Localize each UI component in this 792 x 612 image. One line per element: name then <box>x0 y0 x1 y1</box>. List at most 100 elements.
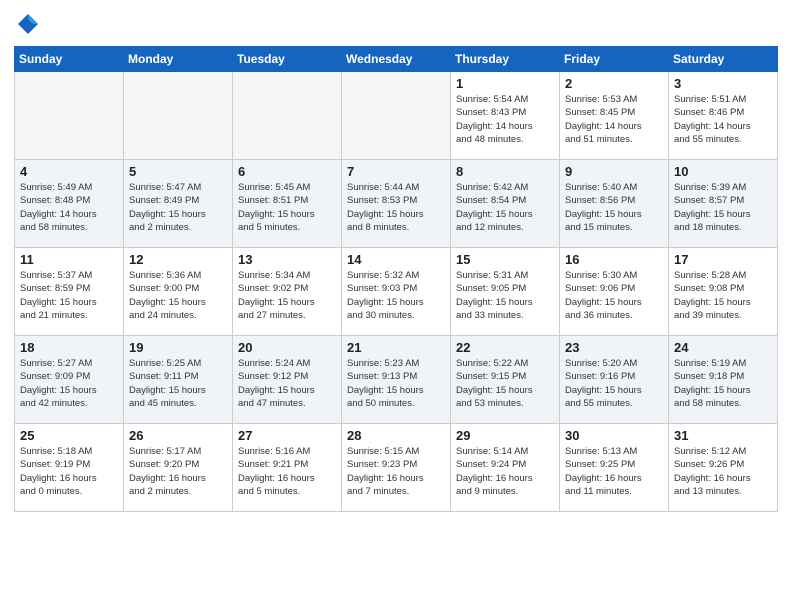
calendar-cell: 20 Sunrise: 5:24 AM Sunset: 9:12 PM Dayli… <box>233 336 342 424</box>
day-number: 30 <box>565 428 663 443</box>
day-info: Sunrise: 5:32 AM Sunset: 9:03 PM Dayligh… <box>347 269 445 322</box>
day-info: Sunrise: 5:19 AM Sunset: 9:18 PM Dayligh… <box>674 357 772 410</box>
day-number: 1 <box>456 76 554 91</box>
calendar-cell: 23 Sunrise: 5:20 AM Sunset: 9:16 PM Dayli… <box>560 336 669 424</box>
calendar-cell: 3Sunrise: 5:51 AM Sunset: 8:46 PM Daylig… <box>669 72 778 160</box>
calendar-cell: 26Sunrise: 5:17 AM Sunset: 9:20 PM Dayli… <box>124 424 233 512</box>
day-info: Sunrise: 5:49 AM Sunset: 8:48 PM Dayligh… <box>20 181 118 234</box>
day-info: Sunrise: 5:31 AM Sunset: 9:05 PM Dayligh… <box>456 269 554 322</box>
calendar-cell: 9 Sunrise: 5:40 AM Sunset: 8:56 PM Daylig… <box>560 160 669 248</box>
day-info: Sunrise: 5:45 AM Sunset: 8:51 PM Dayligh… <box>238 181 336 234</box>
day-number: 17 <box>674 252 772 267</box>
day-number: 7 <box>347 164 445 179</box>
calendar-cell <box>124 72 233 160</box>
calendar-cell: 24 Sunrise: 5:19 AM Sunset: 9:18 PM Dayli… <box>669 336 778 424</box>
calendar-cell: 19 Sunrise: 5:25 AM Sunset: 9:11 PM Dayli… <box>124 336 233 424</box>
day-info: Sunrise: 5:20 AM Sunset: 9:16 PM Dayligh… <box>565 357 663 410</box>
calendar-cell: 30 Sunrise: 5:13 AM Sunset: 9:25 PM Dayli… <box>560 424 669 512</box>
day-number: 25 <box>20 428 118 443</box>
day-info: Sunrise: 5:12 AM Sunset: 9:26 PM Dayligh… <box>674 445 772 498</box>
day-info: Sunrise: 5:36 AM Sunset: 9:00 PM Dayligh… <box>129 269 227 322</box>
day-info: Sunrise: 5:15 AM Sunset: 9:23 PM Dayligh… <box>347 445 445 498</box>
day-info: Sunrise: 5:27 AM Sunset: 9:09 PM Dayligh… <box>20 357 118 410</box>
day-number: 20 <box>238 340 336 355</box>
calendar-cell: 27Sunrise: 5:16 AM Sunset: 9:21 PM Dayli… <box>233 424 342 512</box>
day-number: 27 <box>238 428 336 443</box>
day-info: Sunrise: 5:44 AM Sunset: 8:53 PM Dayligh… <box>347 181 445 234</box>
calendar: SundayMondayTuesdayWednesdayThursdayFrid… <box>14 46 778 512</box>
day-number: 9 <box>565 164 663 179</box>
calendar-cell: 11 Sunrise: 5:37 AM Sunset: 8:59 PM Dayli… <box>15 248 124 336</box>
weekday-header-sunday: Sunday <box>15 47 124 72</box>
day-number: 8 <box>456 164 554 179</box>
calendar-cell: 2 Sunrise: 5:53 AM Sunset: 8:45 PM Daylig… <box>560 72 669 160</box>
day-number: 2 <box>565 76 663 91</box>
day-info: Sunrise: 5:25 AM Sunset: 9:11 PM Dayligh… <box>129 357 227 410</box>
weekday-header-wednesday: Wednesday <box>342 47 451 72</box>
logo-icon <box>14 10 42 38</box>
calendar-cell: 29 Sunrise: 5:14 AM Sunset: 9:24 PM Dayli… <box>451 424 560 512</box>
day-number: 6 <box>238 164 336 179</box>
day-info: Sunrise: 5:51 AM Sunset: 8:46 PM Dayligh… <box>674 93 772 146</box>
calendar-cell: 28 Sunrise: 5:15 AM Sunset: 9:23 PM Dayli… <box>342 424 451 512</box>
day-info: Sunrise: 5:53 AM Sunset: 8:45 PM Dayligh… <box>565 93 663 146</box>
day-info: Sunrise: 5:13 AM Sunset: 9:25 PM Dayligh… <box>565 445 663 498</box>
day-number: 22 <box>456 340 554 355</box>
calendar-cell: 17 Sunrise: 5:28 AM Sunset: 9:08 PM Dayli… <box>669 248 778 336</box>
day-info: Sunrise: 5:40 AM Sunset: 8:56 PM Dayligh… <box>565 181 663 234</box>
day-number: 16 <box>565 252 663 267</box>
calendar-cell: 4Sunrise: 5:49 AM Sunset: 8:48 PM Daylig… <box>15 160 124 248</box>
calendar-cell: 18Sunrise: 5:27 AM Sunset: 9:09 PM Dayli… <box>15 336 124 424</box>
day-info: Sunrise: 5:28 AM Sunset: 9:08 PM Dayligh… <box>674 269 772 322</box>
day-number: 5 <box>129 164 227 179</box>
calendar-cell: 22 Sunrise: 5:22 AM Sunset: 9:15 PM Dayli… <box>451 336 560 424</box>
calendar-week-5: 25Sunrise: 5:18 AM Sunset: 9:19 PM Dayli… <box>15 424 778 512</box>
calendar-cell: 5 Sunrise: 5:47 AM Sunset: 8:49 PM Daylig… <box>124 160 233 248</box>
calendar-cell <box>342 72 451 160</box>
calendar-week-4: 18Sunrise: 5:27 AM Sunset: 9:09 PM Dayli… <box>15 336 778 424</box>
day-info: Sunrise: 5:39 AM Sunset: 8:57 PM Dayligh… <box>674 181 772 234</box>
day-number: 12 <box>129 252 227 267</box>
header <box>14 10 778 38</box>
calendar-cell: 8Sunrise: 5:42 AM Sunset: 8:54 PM Daylig… <box>451 160 560 248</box>
day-number: 10 <box>674 164 772 179</box>
weekday-header-tuesday: Tuesday <box>233 47 342 72</box>
day-number: 19 <box>129 340 227 355</box>
calendar-cell <box>233 72 342 160</box>
calendar-cell: 21 Sunrise: 5:23 AM Sunset: 9:13 PM Dayli… <box>342 336 451 424</box>
day-number: 11 <box>20 252 118 267</box>
calendar-cell: 6 Sunrise: 5:45 AM Sunset: 8:51 PM Daylig… <box>233 160 342 248</box>
calendar-cell: 13Sunrise: 5:34 AM Sunset: 9:02 PM Dayli… <box>233 248 342 336</box>
day-info: Sunrise: 5:23 AM Sunset: 9:13 PM Dayligh… <box>347 357 445 410</box>
day-info: Sunrise: 5:47 AM Sunset: 8:49 PM Dayligh… <box>129 181 227 234</box>
day-number: 31 <box>674 428 772 443</box>
calendar-cell: 14Sunrise: 5:32 AM Sunset: 9:03 PM Dayli… <box>342 248 451 336</box>
day-number: 13 <box>238 252 336 267</box>
day-number: 29 <box>456 428 554 443</box>
logo <box>14 10 46 38</box>
weekday-header-monday: Monday <box>124 47 233 72</box>
day-number: 23 <box>565 340 663 355</box>
day-number: 24 <box>674 340 772 355</box>
calendar-cell: 25Sunrise: 5:18 AM Sunset: 9:19 PM Dayli… <box>15 424 124 512</box>
day-info: Sunrise: 5:14 AM Sunset: 9:24 PM Dayligh… <box>456 445 554 498</box>
weekday-header-thursday: Thursday <box>451 47 560 72</box>
weekday-header-row: SundayMondayTuesdayWednesdayThursdayFrid… <box>15 47 778 72</box>
weekday-header-friday: Friday <box>560 47 669 72</box>
day-number: 28 <box>347 428 445 443</box>
day-number: 21 <box>347 340 445 355</box>
day-info: Sunrise: 5:22 AM Sunset: 9:15 PM Dayligh… <box>456 357 554 410</box>
calendar-cell: 31 Sunrise: 5:12 AM Sunset: 9:26 PM Dayli… <box>669 424 778 512</box>
calendar-cell <box>15 72 124 160</box>
page: SundayMondayTuesdayWednesdayThursdayFrid… <box>0 0 792 612</box>
calendar-week-1: 1 Sunrise: 5:54 AM Sunset: 8:43 PM Daylig… <box>15 72 778 160</box>
calendar-cell: 15 Sunrise: 5:31 AM Sunset: 9:05 PM Dayli… <box>451 248 560 336</box>
weekday-header-saturday: Saturday <box>669 47 778 72</box>
day-info: Sunrise: 5:24 AM Sunset: 9:12 PM Dayligh… <box>238 357 336 410</box>
day-info: Sunrise: 5:54 AM Sunset: 8:43 PM Dayligh… <box>456 93 554 146</box>
day-number: 15 <box>456 252 554 267</box>
calendar-cell: 7 Sunrise: 5:44 AM Sunset: 8:53 PM Daylig… <box>342 160 451 248</box>
calendar-week-2: 4Sunrise: 5:49 AM Sunset: 8:48 PM Daylig… <box>15 160 778 248</box>
day-info: Sunrise: 5:37 AM Sunset: 8:59 PM Dayligh… <box>20 269 118 322</box>
day-info: Sunrise: 5:30 AM Sunset: 9:06 PM Dayligh… <box>565 269 663 322</box>
